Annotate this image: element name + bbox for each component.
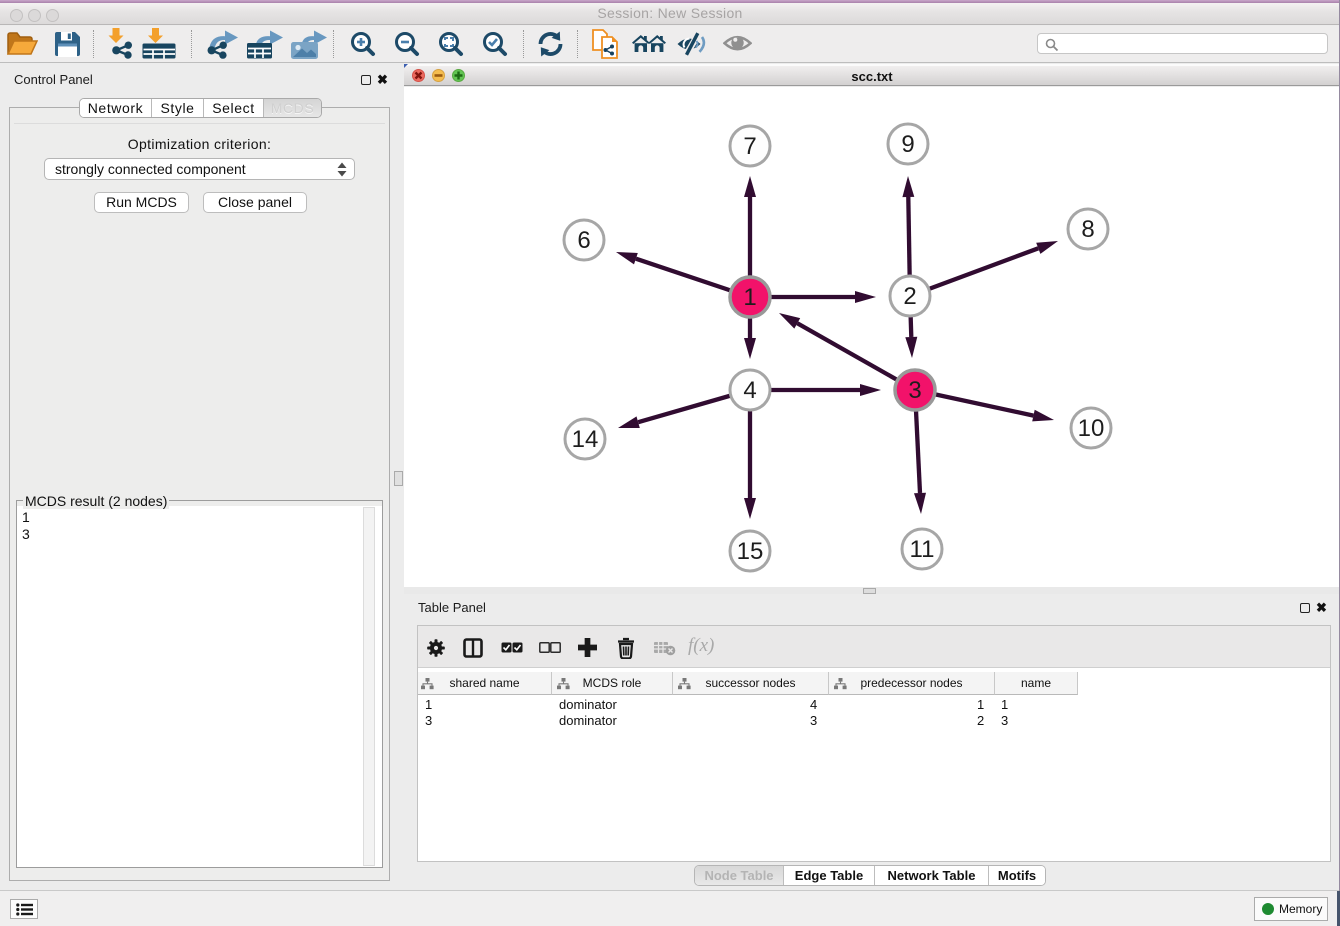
- svg-text:6: 6: [577, 227, 590, 254]
- svg-text:11: 11: [910, 536, 935, 563]
- svg-text:2: 2: [903, 283, 916, 310]
- svg-text:10: 10: [1078, 415, 1105, 442]
- svg-text:3: 3: [908, 377, 921, 404]
- svg-text:7: 7: [743, 133, 756, 160]
- svg-text:1: 1: [743, 284, 756, 311]
- svg-text:14: 14: [572, 426, 599, 453]
- svg-text:15: 15: [737, 538, 764, 565]
- svg-text:4: 4: [743, 377, 756, 404]
- svg-text:9: 9: [901, 131, 914, 158]
- svg-text:8: 8: [1081, 216, 1094, 243]
